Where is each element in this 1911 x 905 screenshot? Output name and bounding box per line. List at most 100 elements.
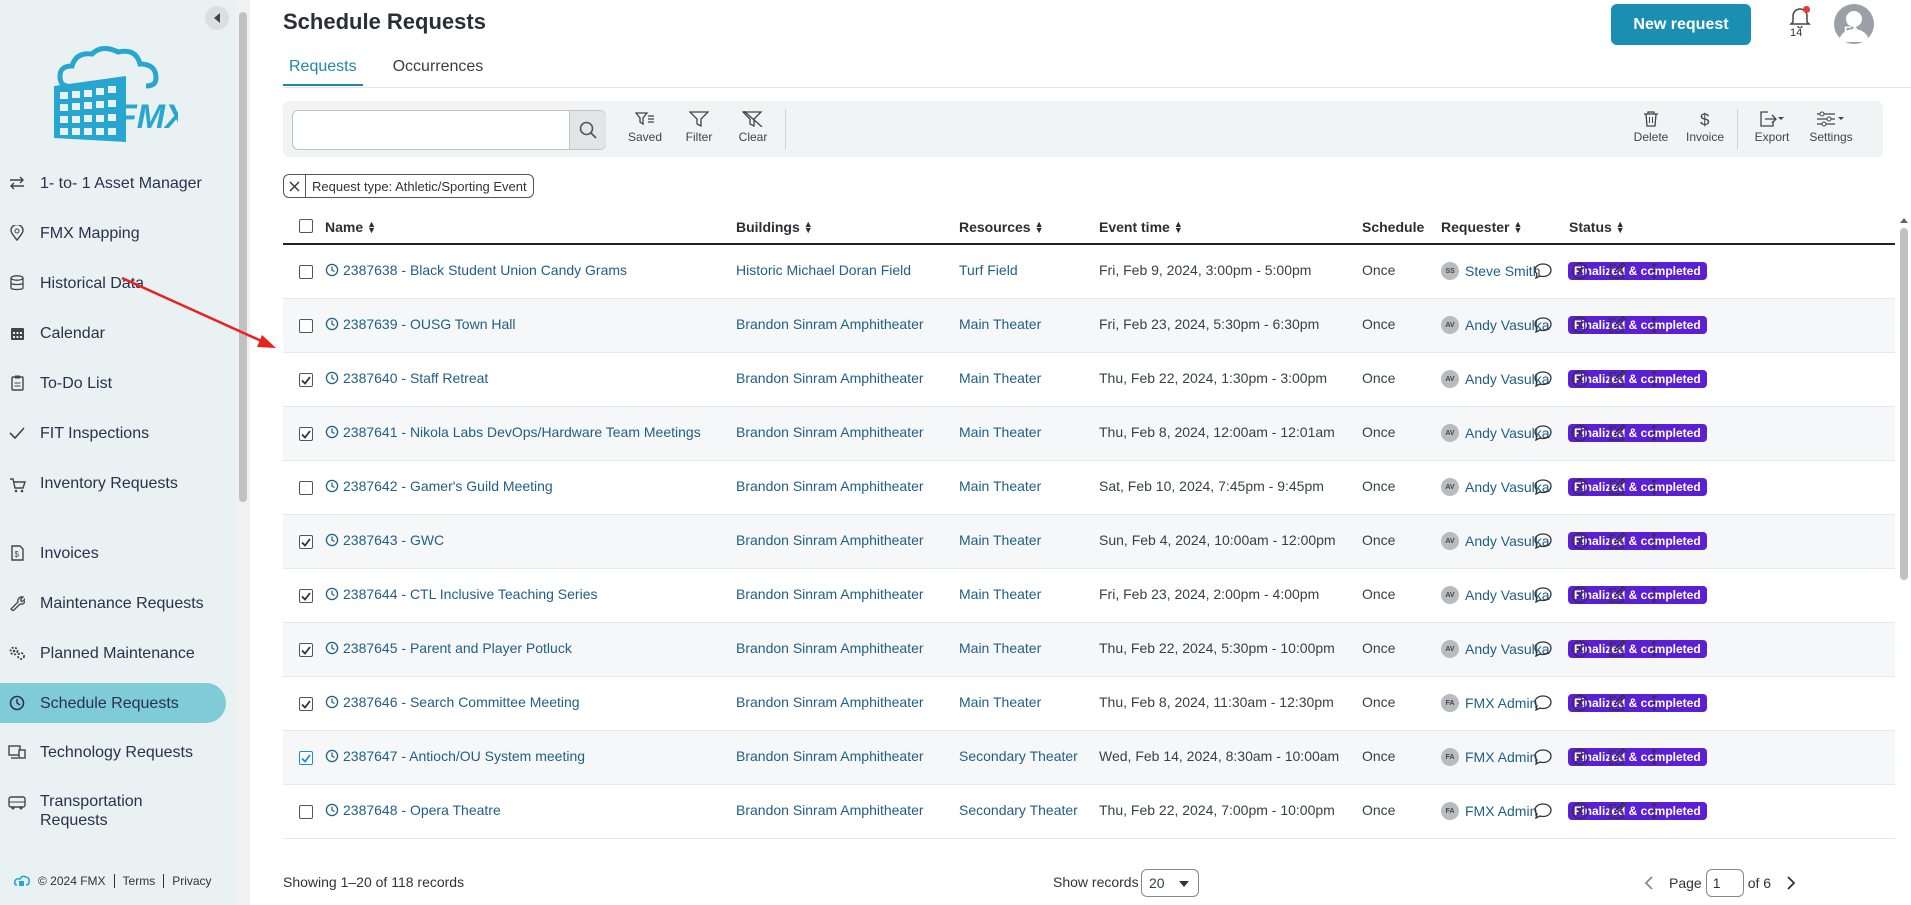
sidebar-item-maintenance-requests[interactable]: Maintenance Requests (0, 593, 226, 613)
row-checkbox[interactable] (299, 805, 313, 819)
more-options-button[interactable] (1644, 423, 1664, 443)
row-checkbox[interactable] (299, 643, 313, 657)
search-input[interactable] (299, 119, 559, 141)
more-options-button[interactable] (1644, 801, 1664, 821)
resource-link[interactable]: Main Theater (959, 694, 1041, 710)
more-options-button[interactable] (1644, 261, 1664, 281)
comment-button[interactable] (1533, 531, 1553, 551)
sidebar-item-planned-maintenance[interactable]: Planned Maintenance (0, 643, 226, 663)
comment-button[interactable] (1533, 585, 1553, 605)
more-options-button[interactable] (1644, 639, 1664, 659)
filter-button[interactable]: Filter (675, 111, 723, 144)
cancel-button[interactable] (1570, 693, 1590, 713)
page-number-input[interactable]: 1 (1705, 869, 1744, 897)
comment-button[interactable] (1533, 423, 1553, 443)
delete-button[interactable]: Delete (1627, 111, 1675, 144)
sidebar-item-historical-data[interactable]: Historical Data (0, 273, 226, 293)
resource-link[interactable]: Turf Field (959, 262, 1018, 278)
column-header-requester[interactable]: Requester ▲ ▼ (1441, 219, 1522, 235)
resource-link[interactable]: Main Theater (959, 586, 1041, 602)
privacy-link[interactable]: Privacy (164, 874, 219, 888)
cancel-button[interactable] (1570, 423, 1590, 443)
request-name-link[interactable]: 2387642 - Gamer's Guild Meeting (325, 478, 553, 494)
request-name-link[interactable]: 2387640 - Staff Retreat (325, 370, 488, 386)
sidebar-item-schedule-requests[interactable]: Schedule Requests (0, 683, 226, 723)
more-options-button[interactable] (1644, 477, 1664, 497)
next-page-icon[interactable] (1785, 876, 1797, 890)
cancel-button[interactable] (1570, 261, 1590, 281)
sidebar-item-fmx-mapping[interactable]: FMX Mapping (0, 223, 226, 243)
cancel-button[interactable] (1570, 369, 1590, 389)
settings-button[interactable]: Settings (1807, 111, 1855, 144)
edit-button[interactable] (1607, 369, 1627, 389)
building-link[interactable]: Brandon Sinram Amphitheater (736, 370, 924, 386)
column-header-resources[interactable]: Resources ▲ ▼ (959, 219, 1044, 235)
invoice-button[interactable]: $ Invoice (1681, 111, 1729, 144)
resource-link[interactable]: Main Theater (959, 532, 1041, 548)
request-name-link[interactable]: 2387641 - Nikola Labs DevOps/Hardware Te… (325, 424, 701, 440)
more-options-button[interactable] (1644, 693, 1664, 713)
resource-link[interactable]: Secondary Theater (959, 802, 1078, 818)
sidebar-item-invoices[interactable]: $ Invoices (0, 543, 226, 563)
sidebar-item-inventory-requests[interactable]: Inventory Requests (0, 474, 226, 514)
comment-button[interactable] (1533, 261, 1553, 281)
edit-button[interactable] (1607, 639, 1627, 659)
scroll-up-icon[interactable] (1897, 215, 1911, 225)
sidebar-item-asset-manager[interactable]: 1- to- 1 Asset Manager (0, 173, 226, 193)
tab-requests[interactable]: Requests (283, 58, 363, 86)
remove-filter-button[interactable] (284, 175, 306, 197)
sidebar-item-transportation-requests[interactable]: Transportation Requests (0, 792, 226, 832)
records-per-page-select[interactable]: 20 (1141, 869, 1199, 897)
collapse-sidebar-button[interactable] (205, 6, 229, 30)
new-request-button[interactable]: New request (1611, 4, 1751, 45)
building-link[interactable]: Brandon Sinram Amphitheater (736, 532, 924, 548)
row-checkbox[interactable] (299, 319, 313, 333)
requester-link[interactable]: FMX Admin (1465, 695, 1537, 711)
sidebar-scrollbar[interactable] (236, 0, 250, 905)
cancel-button[interactable] (1570, 477, 1590, 497)
building-link[interactable]: Brandon Sinram Amphitheater (736, 694, 924, 710)
export-button[interactable]: Export (1748, 111, 1796, 144)
request-name-link[interactable]: 2387647 - Antioch/OU System meeting (325, 748, 585, 764)
building-link[interactable]: Brandon Sinram Amphitheater (736, 586, 924, 602)
cancel-button[interactable] (1570, 585, 1590, 605)
sidebar-item-technology-requests[interactable]: Technology Requests (0, 742, 226, 762)
comment-button[interactable] (1533, 477, 1553, 497)
column-header-name[interactable]: Name ▲ ▼ (325, 219, 376, 235)
clear-filters-button[interactable]: Clear (729, 111, 777, 144)
resource-link[interactable]: Main Theater (959, 640, 1041, 656)
more-options-button[interactable] (1644, 747, 1664, 767)
building-link[interactable]: Brandon Sinram Amphitheater (736, 802, 924, 818)
request-name-link[interactable]: 2387638 - Black Student Union Candy Gram… (325, 262, 627, 278)
building-link[interactable]: Brandon Sinram Amphitheater (736, 424, 924, 440)
building-link[interactable]: Brandon Sinram Amphitheater (736, 640, 924, 656)
request-name-link[interactable]: 2387644 - CTL Inclusive Teaching Series (325, 586, 597, 602)
edit-button[interactable] (1607, 747, 1627, 767)
requester-link[interactable]: Steve Smith (1465, 263, 1540, 279)
search-button[interactable] (569, 111, 606, 149)
comment-button[interactable] (1533, 369, 1553, 389)
row-checkbox[interactable] (299, 481, 313, 495)
select-all-checkbox[interactable] (299, 219, 313, 233)
more-options-button[interactable] (1644, 369, 1664, 389)
request-name-link[interactable]: 2387639 - OUSG Town Hall (325, 316, 516, 332)
sidebar-item-todo-list[interactable]: To-Do List (0, 373, 226, 393)
edit-button[interactable] (1607, 801, 1627, 821)
comment-button[interactable] (1533, 801, 1553, 821)
prev-page-icon[interactable] (1643, 876, 1655, 890)
edit-button[interactable] (1607, 261, 1627, 281)
row-checkbox[interactable] (299, 697, 313, 711)
requester-link[interactable]: FMX Admin (1465, 803, 1537, 819)
row-checkbox[interactable] (299, 265, 313, 279)
resource-link[interactable]: Main Theater (959, 478, 1041, 494)
edit-button[interactable] (1607, 423, 1627, 443)
comment-button[interactable] (1533, 747, 1553, 767)
comment-button[interactable] (1533, 693, 1553, 713)
request-name-link[interactable]: 2387643 - GWC (325, 532, 444, 548)
cancel-button[interactable] (1570, 315, 1590, 335)
request-name-link[interactable]: 2387646 - Search Committee Meeting (325, 694, 580, 710)
row-checkbox[interactable] (299, 373, 313, 387)
request-name-link[interactable]: 2387648 - Opera Theatre (325, 802, 501, 818)
row-checkbox[interactable] (299, 427, 313, 441)
request-name-link[interactable]: 2387645 - Parent and Player Potluck (325, 640, 572, 656)
